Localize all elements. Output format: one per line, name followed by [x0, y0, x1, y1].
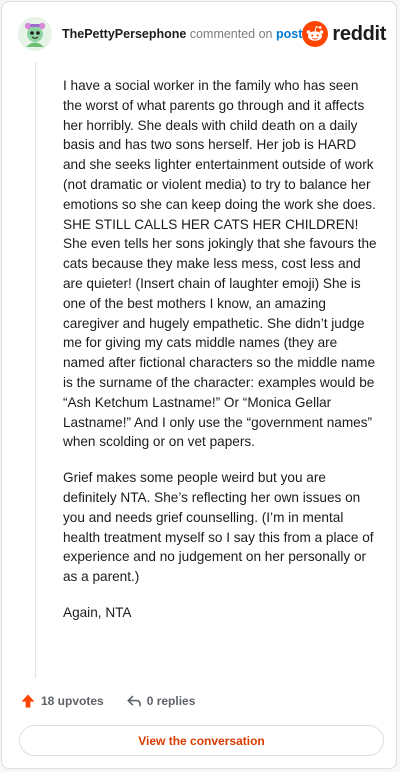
comment-paragraph: Again, NTA [63, 604, 132, 620]
comment-paragraph: I have a social worker in the family who… [63, 78, 377, 450]
upvote-arrow-icon [21, 694, 35, 708]
upvote-count: 18 upvotes [41, 694, 104, 708]
reddit-brand[interactable]: reddit [302, 21, 386, 47]
snoo-avatar-icon[interactable] [18, 17, 52, 51]
reply-count: 0 replies [146, 694, 196, 708]
reddit-wordmark: reddit [332, 22, 387, 45]
comment-header: ThePettyPersephone commented on post red… [18, 16, 386, 52]
reply-arrow-icon [127, 695, 141, 707]
view-conversation-button[interactable]: View the conversation [19, 725, 384, 756]
comment-byline: ThePettyPersephone commented on post [62, 27, 302, 41]
commented-on-text: commented on [189, 27, 273, 41]
reply-button[interactable]: 0 replies [126, 693, 196, 709]
comment-card: ThePettyPersephone commented on post red… [1, 1, 397, 769]
upvote-button[interactable]: 18 upvotes [20, 693, 104, 709]
post-link[interactable]: post [276, 27, 302, 41]
comment-actions: 18 upvotes 0 replies [20, 691, 195, 711]
comment-paragraph: Grief makes some people weird but you ar… [63, 470, 374, 585]
reddit-logo-icon [302, 21, 329, 47]
comment-body: I have a social worker in the family who… [63, 76, 379, 639]
username[interactable]: ThePettyPersephone [62, 27, 186, 41]
thread-line[interactable] [35, 62, 36, 678]
